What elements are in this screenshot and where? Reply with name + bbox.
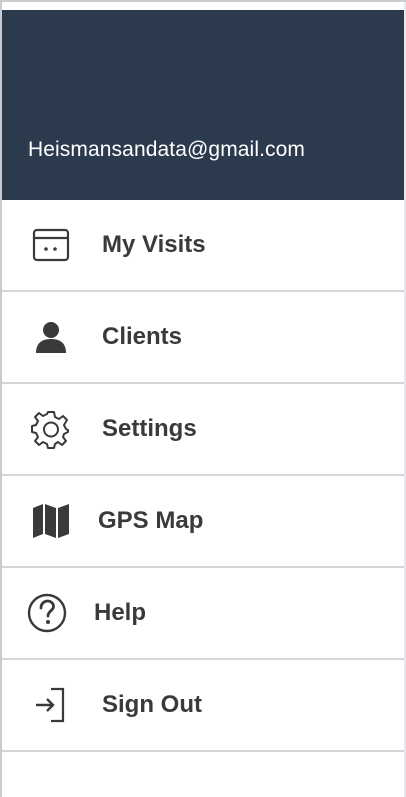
sign-out-icon [28,682,74,728]
menu-item-label: GPS Map [98,507,204,534]
menu-item-help[interactable]: Help [2,568,406,660]
account-email: Heismansandata@gmail.com [28,138,305,161]
menu-item-label: Settings [102,415,197,442]
menu-item-gps-map[interactable]: GPS Map [2,476,406,568]
menu-item-sign-out[interactable]: Sign Out [2,660,406,752]
menu-item-label: Help [94,599,147,626]
menu-item-my-visits[interactable]: My Visits [2,200,406,292]
map-icon [28,498,74,544]
menu-item-label: My Visits [102,231,206,258]
menu-list: My Visits Clients Settings GPS Map Help … [2,200,406,752]
gear-icon [28,406,74,452]
menu-item-settings[interactable]: Settings [2,384,406,476]
navigation-drawer: Heismansandata@gmail.com My Visits Clien… [0,0,406,797]
menu-item-label: Sign Out [102,691,202,718]
help-circle-icon [24,590,70,636]
menu-item-label: Clients [102,323,183,350]
person-icon [28,314,74,360]
calendar-icon [28,222,74,268]
menu-item-clients[interactable]: Clients [2,292,406,384]
account-header: Heismansandata@gmail.com [2,10,406,200]
